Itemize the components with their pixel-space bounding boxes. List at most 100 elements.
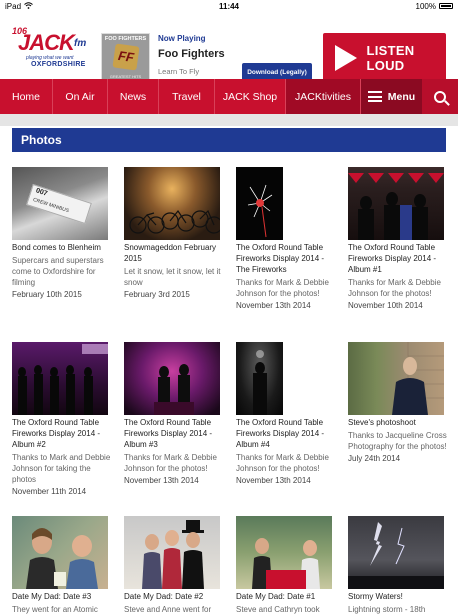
bond-logo: 007 [34, 187, 49, 198]
listen-loud-button[interactable]: LISTEN LOUD [323, 33, 446, 82]
content-area: Photos 007 CREW MINIBUS Bond comes to Bl… [0, 114, 458, 614]
photo-title[interactable]: Stormy Waters! [348, 591, 448, 602]
photo-thumbnail[interactable] [348, 342, 444, 415]
menu-button[interactable]: Menu [361, 79, 422, 114]
photo-thumbnail[interactable] [124, 516, 220, 589]
main-nav: Home On Air News Travel JACK Shop JACKti… [0, 79, 458, 114]
photo-date: February 3rd 2015 [124, 290, 190, 299]
photo-title[interactable]: The Oxford Round Table Fireworks Display… [124, 417, 224, 450]
now-playing-artist: Foo Fighters [158, 48, 225, 60]
album-band: FOO FIGHTERS [104, 36, 147, 42]
picnic-graphic [252, 538, 320, 589]
photo-card[interactable]: Date My Dad: Date #3 They went for an At… [12, 516, 112, 615]
section-title: Photos [12, 128, 446, 152]
battery-icon [439, 3, 453, 9]
photo-title[interactable]: Bond comes to Blenheim [12, 242, 112, 253]
now-playing-track: Learn To Fly [158, 67, 200, 76]
photo-description: Thanks for Mark & Debbie Johnson for the… [124, 453, 217, 473]
photo-card[interactable]: Date My Dad: Date #1 Steve and Cathryn t… [236, 516, 336, 615]
photo-card[interactable]: Stormy Waters! Lightning storm - 18th [348, 516, 448, 615]
listen-loud-label: LISTEN LOUD [366, 42, 415, 73]
photo-date: November 13th 2014 [236, 476, 311, 485]
photo-thumbnail[interactable] [12, 342, 108, 415]
jack-fm-logo[interactable]: 106 JACK fm playing what we want OXFORDS… [12, 24, 92, 74]
logo-name: JACK [18, 30, 75, 55]
album-logo: FF [112, 43, 140, 71]
photo-card[interactable]: The Oxford Round Table Fireworks Display… [124, 342, 224, 486]
photo-title[interactable]: Snowmageddon February 2015 [124, 242, 224, 264]
album-art: FOO FIGHTERS FF GREATEST HITS [101, 33, 150, 82]
bond-sign: 007 CREW MINIBUS [26, 183, 92, 225]
photo-description: Lightning storm - 18th [348, 605, 426, 614]
singer-graphic [253, 350, 267, 415]
photo-title[interactable]: Date My Dad: Date #3 [12, 591, 112, 602]
hamburger-icon [367, 91, 382, 102]
photo-title[interactable]: The Oxford Round Table Fireworks Display… [236, 242, 336, 275]
photo-thumbnail[interactable] [348, 516, 444, 589]
photo-thumbnail[interactable] [12, 516, 108, 589]
photo-card[interactable]: The Oxford Round Table Fireworks Display… [12, 342, 112, 497]
photo-description: Steve and Cathryn took [236, 605, 320, 614]
photo-thumbnail[interactable]: 007 CREW MINIBUS [12, 167, 108, 240]
performers-graphic [154, 364, 194, 415]
photo-description: Let it snow, let it snow, let it snow [124, 267, 221, 287]
stage-graphic [18, 344, 108, 415]
photo-description: They went for an Atomic [12, 605, 98, 614]
photo-thumbnail[interactable] [124, 167, 220, 240]
photo-description: Thanks for Mark & Debbie Johnson for the… [348, 278, 441, 298]
clock: 11:44 [218, 1, 240, 11]
photo-title[interactable]: The Oxford Round Table Fireworks Display… [236, 417, 336, 450]
photo-date: November 10th 2014 [348, 301, 423, 310]
search-button[interactable] [422, 79, 458, 114]
logo-fm: fm [74, 38, 87, 49]
nav-jack-shop[interactable]: JACK Shop [215, 79, 286, 114]
menu-label: Menu [387, 90, 416, 103]
crowd-graphic [348, 173, 444, 240]
photo-card[interactable]: Date My Dad: Date #2 Steve and Anne went… [124, 516, 224, 615]
photo-description: Thanks to Mark and Debbie Johnson for ta… [12, 453, 111, 484]
now-playing-label: Now Playing [158, 34, 206, 43]
photo-thumbnail[interactable] [236, 516, 332, 589]
search-icon [434, 90, 446, 103]
photo-thumbnail[interactable] [348, 167, 444, 240]
logo-region: OXFORDSHIRE [31, 61, 86, 68]
photo-title[interactable]: The Oxford Round Table Fireworks Display… [348, 242, 448, 275]
photo-date: February 10th 2015 [12, 290, 82, 299]
photo-card[interactable]: 007 CREW MINIBUS Bond comes to Blenheim … [12, 167, 112, 300]
nav-jacktivities[interactable]: JACKtivities [286, 79, 361, 114]
nav-on-air[interactable]: On Air [53, 79, 108, 114]
photo-thumbnail[interactable] [236, 167, 283, 240]
fireworks-graphic [247, 184, 273, 238]
nav-home[interactable]: Home [0, 79, 53, 114]
photo-card[interactable]: The Oxford Round Table Fireworks Display… [236, 167, 336, 311]
photo-date: November 13th 2014 [124, 476, 199, 485]
photo-title[interactable]: Steve's photoshoot [348, 417, 448, 428]
lightning-graphic [348, 522, 444, 589]
photo-date: November 11th 2014 [12, 487, 87, 496]
photo-thumbnail[interactable] [236, 342, 283, 415]
photo-description: Supercars and superstars come to Oxfords… [12, 256, 104, 287]
photo-description: Thanks for Mark & Debbie Johnson for the… [236, 278, 329, 298]
nav-news[interactable]: News [108, 79, 159, 114]
site-header: 106 JACK fm playing what we want OXFORDS… [0, 12, 458, 82]
photo-date: November 13th 2014 [236, 301, 311, 310]
photo-description: Steve and Anne went for [124, 605, 212, 614]
photo-card[interactable]: Snowmageddon February 2015 Let it snow, … [124, 167, 224, 300]
photo-title[interactable]: The Oxford Round Table Fireworks Display… [12, 417, 112, 450]
status-bar: iPad 11:44 100% [0, 0, 458, 12]
photo-title[interactable]: Date My Dad: Date #2 [124, 591, 224, 602]
photo-description: Thanks to Jacqueline Cross Photography f… [348, 431, 447, 451]
photo-date: July 24th 2014 [348, 454, 401, 463]
photo-card[interactable]: The Oxford Round Table Fireworks Display… [348, 167, 448, 311]
photo-thumbnail[interactable] [124, 342, 220, 415]
photo-description: Thanks for Mark & Debbie Johnson for the… [236, 453, 329, 473]
group-graphic [142, 520, 204, 589]
nav-travel[interactable]: Travel [159, 79, 215, 114]
play-icon [335, 44, 358, 71]
photo-card[interactable]: The Oxford Round Table Fireworks Display… [236, 342, 336, 486]
bicycles-graphic [129, 209, 220, 234]
photo-title[interactable]: Date My Dad: Date #1 [236, 591, 336, 602]
couple-graphic [26, 528, 98, 589]
portrait-graphic [392, 342, 444, 415]
photo-card[interactable]: Steve's photoshoot Thanks to Jacqueline … [348, 342, 448, 464]
